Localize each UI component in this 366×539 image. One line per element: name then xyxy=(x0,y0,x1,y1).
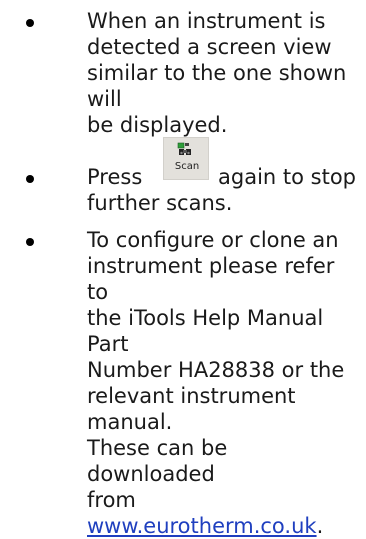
bullet-icon xyxy=(26,19,34,27)
link-suffix: . xyxy=(316,514,324,538)
text-line: instrument please refer to xyxy=(87,254,335,304)
press-text-suffix: again to stop xyxy=(218,165,356,189)
bullet-icon xyxy=(26,175,34,183)
text-line: When an instrument is xyxy=(87,9,326,33)
scan-button-label: Scan xyxy=(174,161,200,172)
text-line: relevant instrument manual. xyxy=(87,384,296,434)
bullet-icon xyxy=(26,238,34,246)
document-page: When an instrument is detected a screen … xyxy=(0,0,366,538)
link-prefix: from xyxy=(87,488,136,512)
text-line: similar to the one shown will xyxy=(87,61,347,111)
scan-button[interactable]: Scan xyxy=(163,137,209,180)
text-line: be displayed. xyxy=(87,113,228,137)
text-line: To configure or clone an xyxy=(87,228,339,252)
scan-icon xyxy=(177,142,191,155)
paragraph: To configure or clone an instrument plea… xyxy=(87,227,355,539)
text-line: detected a screen view xyxy=(87,35,332,59)
text-line: Number HA28838 or the xyxy=(87,358,345,382)
paragraph: When an instrument is detected a screen … xyxy=(87,8,355,138)
text-line: the iTools Help Manual Part xyxy=(87,306,324,356)
text-line: further scans. xyxy=(87,191,233,215)
text-line-with-link: from www.eurotherm.co.uk. xyxy=(87,487,355,539)
text-line: These can be downloaded xyxy=(87,436,228,486)
website-link[interactable]: www.eurotherm.co.uk xyxy=(87,514,317,538)
